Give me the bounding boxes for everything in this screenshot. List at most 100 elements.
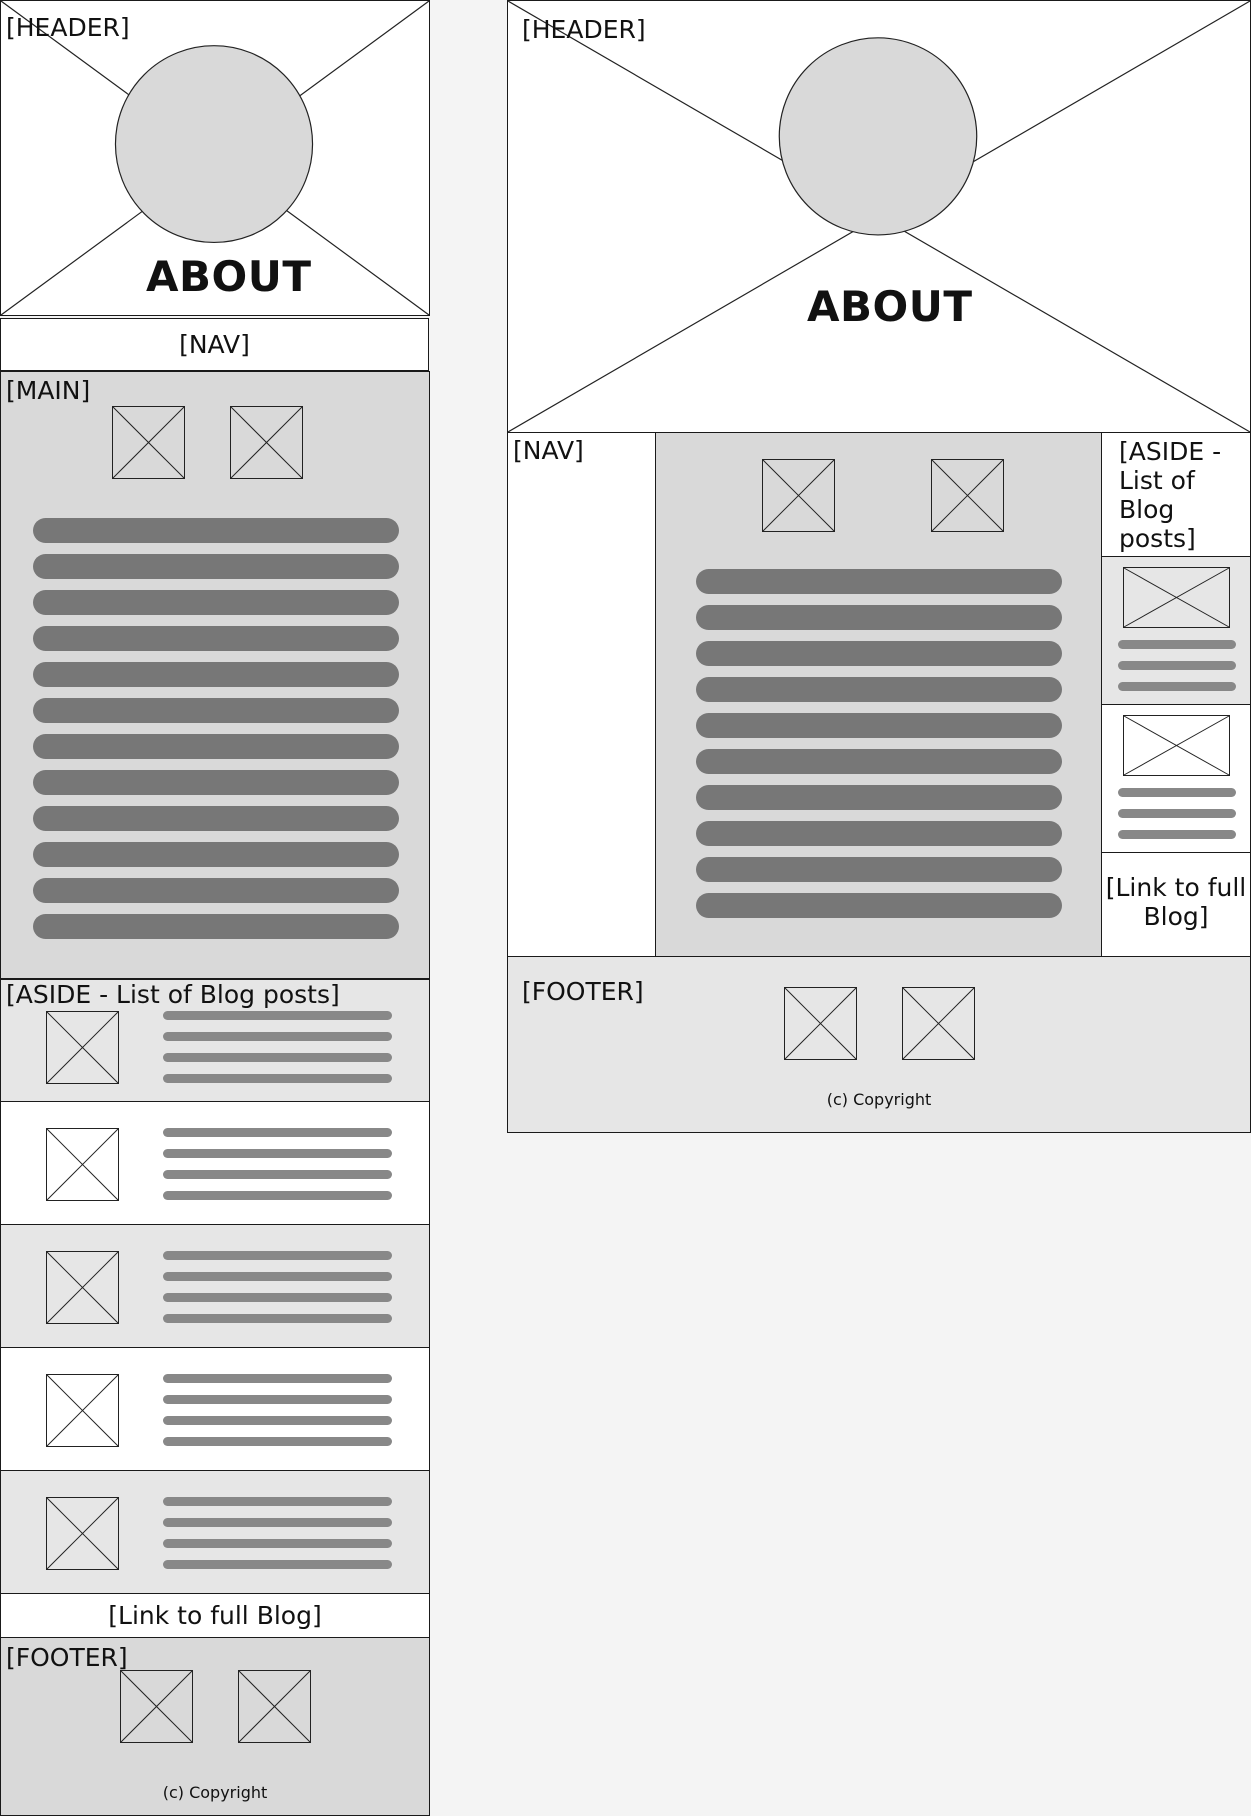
post-text-line: [163, 1272, 392, 1281]
desktop-blog-link[interactable]: [Link to full Blog]: [1101, 852, 1251, 957]
text-line-placeholder: [33, 842, 399, 867]
header-label: [HEADER]: [6, 13, 130, 42]
post-text-line: [163, 1011, 392, 1020]
main-label: [MAIN]: [6, 376, 91, 405]
post-text-line: [163, 1395, 392, 1404]
post-text-line: [163, 1416, 392, 1425]
post-text-line: [163, 1539, 392, 1548]
post-text-line: [1118, 809, 1236, 818]
nav-label: [NAV]: [179, 330, 250, 359]
text-line-placeholder: [696, 785, 1062, 810]
footer-icon-placeholder[interactable]: [238, 1670, 311, 1743]
page-title: ABOUT: [146, 252, 312, 301]
post-text-line: [163, 1170, 392, 1179]
post-text-line: [163, 1374, 392, 1383]
post-text-line: [163, 1437, 392, 1446]
text-line-placeholder: [33, 662, 399, 687]
post-text-line: [1118, 661, 1236, 670]
post-text-line: [163, 1191, 392, 1200]
desktop-main: [655, 432, 1102, 957]
post-text-line: [1118, 640, 1236, 649]
text-line-placeholder: [33, 806, 399, 831]
aside-label-line: List of: [1119, 466, 1195, 495]
mobile-aside-item[interactable]: [0, 1347, 430, 1471]
mobile-nav[interactable]: [NAV]: [0, 318, 429, 371]
image-placeholder: [931, 459, 1004, 532]
text-line-placeholder: [696, 605, 1062, 630]
footer-icon-placeholder[interactable]: [120, 1670, 193, 1743]
profile-circle: [778, 37, 978, 236]
post-thumbnail: [46, 1374, 119, 1447]
post-thumbnail: [1123, 567, 1230, 628]
mobile-aside-item[interactable]: [0, 1224, 430, 1348]
mobile-aside-item[interactable]: [0, 1470, 430, 1594]
post-text-line: [163, 1053, 392, 1062]
mobile-aside-item[interactable]: [0, 1101, 430, 1225]
footer-icon-placeholder[interactable]: [902, 987, 975, 1060]
post-text-line: [1118, 830, 1236, 839]
desktop-aside-item[interactable]: [1101, 556, 1251, 705]
text-line-placeholder: [33, 626, 399, 651]
text-line-placeholder: [33, 734, 399, 759]
image-placeholder: [762, 459, 835, 532]
post-text-line: [163, 1293, 392, 1302]
header-placeholder-cross: [507, 0, 1251, 433]
post-thumbnail: [46, 1128, 119, 1201]
nav-label: [NAV]: [513, 436, 584, 465]
blog-link-label: [Link to full Blog]: [108, 1601, 322, 1630]
footer-label: [FOOTER]: [522, 977, 644, 1006]
image-placeholder: [230, 406, 303, 479]
post-text-line: [1118, 788, 1236, 797]
text-line-placeholder: [33, 698, 399, 723]
blog-link-line: [Link to full: [1105, 873, 1247, 902]
mobile-main: [MAIN]: [0, 371, 430, 979]
copyright-text: (c) Copyright: [826, 1090, 932, 1109]
footer-label: [FOOTER]: [6, 1643, 128, 1672]
copyright-text: (c) Copyright: [162, 1783, 268, 1802]
post-thumbnail: [46, 1251, 119, 1324]
post-thumbnail: [46, 1497, 119, 1570]
text-line-placeholder: [696, 677, 1062, 702]
text-line-placeholder: [33, 878, 399, 903]
mobile-aside-item[interactable]: [ASIDE - List of Blog posts]: [0, 979, 430, 1102]
text-line-placeholder: [696, 857, 1062, 882]
post-text-line: [163, 1032, 392, 1041]
text-line-placeholder: [33, 518, 399, 543]
wireframe-canvas: { "mobile": { "header": { "label": "[HEA…: [0, 0, 1251, 1816]
post-text-line: [163, 1314, 392, 1323]
desktop-nav[interactable]: [NAV]: [507, 432, 656, 957]
post-text-line: [163, 1074, 392, 1083]
desktop-aside-header: [ASIDE - List of Blog posts]: [1101, 432, 1251, 557]
post-text-line: [163, 1518, 392, 1527]
desktop-footer: [FOOTER] (c) Copyright: [507, 956, 1251, 1133]
aside-label-line: [ASIDE -: [1119, 437, 1222, 466]
text-line-placeholder: [696, 569, 1062, 594]
aside-label: [ASIDE - List of Blog posts]: [6, 980, 340, 1009]
page-title: ABOUT: [807, 282, 973, 331]
text-line-placeholder: [696, 713, 1062, 738]
post-text-line: [163, 1251, 392, 1260]
text-line-placeholder: [33, 914, 399, 939]
profile-circle: [114, 45, 314, 244]
text-line-placeholder: [696, 749, 1062, 774]
text-line-placeholder: [696, 821, 1062, 846]
text-line-placeholder: [33, 554, 399, 579]
mobile-blog-link[interactable]: [Link to full Blog]: [0, 1593, 430, 1638]
post-text-line: [1118, 682, 1236, 691]
post-text-line: [163, 1497, 392, 1506]
post-text-line: [163, 1560, 392, 1569]
aside-label-line: Blog: [1119, 495, 1175, 524]
mobile-footer: [FOOTER] (c) Copyright: [0, 1637, 430, 1816]
header-label: [HEADER]: [522, 15, 646, 44]
post-text-line: [163, 1149, 392, 1158]
desktop-aside-item[interactable]: [1101, 704, 1251, 853]
text-line-placeholder: [33, 590, 399, 615]
text-line-placeholder: [696, 893, 1062, 918]
footer-icon-placeholder[interactable]: [784, 987, 857, 1060]
aside-label-line: posts]: [1119, 524, 1196, 553]
post-text-line: [163, 1128, 392, 1137]
image-placeholder: [112, 406, 185, 479]
post-thumbnail: [46, 1011, 119, 1084]
post-thumbnail: [1123, 715, 1230, 776]
text-line-placeholder: [696, 641, 1062, 666]
